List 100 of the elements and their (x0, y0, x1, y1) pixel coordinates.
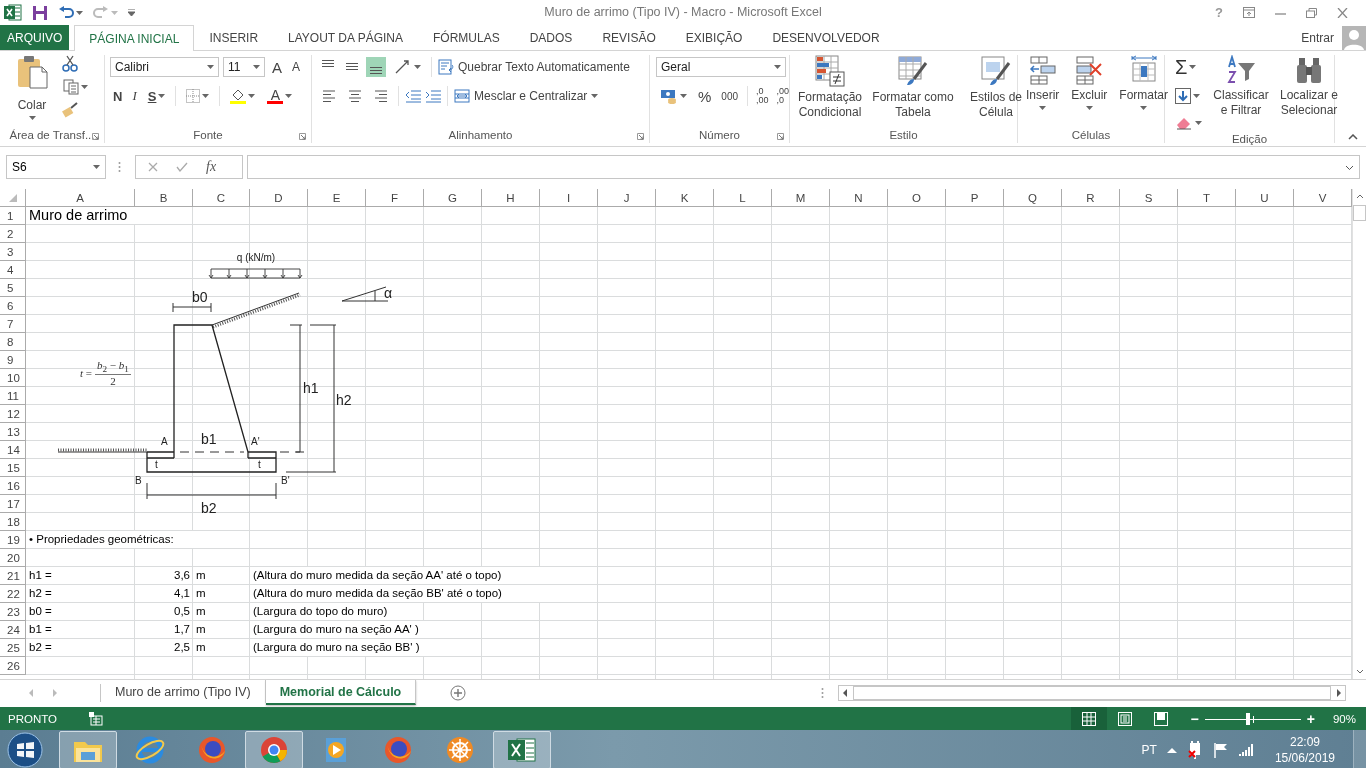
customize-toolbar-icon[interactable] (128, 9, 135, 16)
column-header[interactable]: Q (1004, 189, 1062, 207)
row-header[interactable]: 8 (0, 333, 26, 351)
file-menu-tab[interactable]: ARQUIVO (0, 25, 70, 50)
cancel-icon[interactable] (148, 162, 158, 172)
close-icon[interactable] (1337, 7, 1348, 18)
zoom-out-button[interactable]: − (1190, 710, 1199, 727)
column-header[interactable]: I (540, 189, 598, 207)
column-header[interactable]: C (193, 189, 250, 207)
dialog-launcher-icon[interactable] (299, 133, 306, 140)
column-header[interactable]: G (424, 189, 482, 207)
column-header[interactable]: N (830, 189, 888, 207)
ribbon-button[interactable]: Localizar e Selecionar (1276, 55, 1342, 118)
column-header[interactable]: T (1178, 189, 1236, 207)
decrease-indent-icon[interactable] (405, 89, 421, 103)
row-header[interactable]: 11 (0, 387, 26, 405)
ribbon-tab[interactable]: DADOS (514, 25, 588, 50)
undo-icon[interactable] (58, 5, 74, 20)
add-sheet-icon[interactable] (450, 685, 467, 701)
column-header[interactable]: R (1062, 189, 1120, 207)
font-size-dropdown[interactable]: 11 (223, 57, 265, 77)
zoom-in-button[interactable]: + (1306, 710, 1315, 727)
scissors-icon[interactable] (62, 55, 78, 72)
row-header[interactable]: 23 (0, 603, 26, 621)
formula-input[interactable] (247, 155, 1360, 179)
spreadsheet-app-icon[interactable] (4, 4, 22, 21)
row-header[interactable]: 24 (0, 621, 26, 639)
row-header[interactable]: 5 (0, 279, 26, 297)
ribbon-tab[interactable]: REVISÃO (587, 25, 671, 50)
row-header[interactable]: 19 (0, 531, 26, 549)
autosum-button[interactable]: Σ (1171, 55, 1206, 79)
ribbon-button[interactable]: Formatar (1117, 55, 1171, 110)
ribbon-button[interactable]: Formatação Condicional (796, 55, 864, 120)
ribbon-display-icon[interactable] (1243, 7, 1255, 18)
column-header[interactable]: F (366, 189, 424, 207)
row-header[interactable]: 21 (0, 567, 26, 585)
grow-font-button[interactable]: A (269, 58, 285, 76)
merge-center-button[interactable]: Mesclar e Centralizar (454, 88, 599, 104)
collapse-ribbon-icon[interactable] (1348, 134, 1358, 140)
paste-button[interactable]: Colar (14, 55, 50, 120)
zoom-slider-thumb[interactable] (1245, 712, 1250, 725)
column-header[interactable]: J (598, 189, 656, 207)
row-header[interactable]: 10 (0, 369, 26, 387)
increase-indent-icon[interactable] (425, 89, 441, 103)
percent-button[interactable]: % (695, 87, 715, 105)
row-header[interactable]: 22 (0, 585, 26, 603)
wrap-text-button[interactable]: Quebrar Texto Automaticamente (438, 59, 630, 75)
restore-icon[interactable] (1306, 7, 1317, 18)
ribbon-button[interactable]: Excluir (1069, 55, 1110, 110)
ribbon-tab[interactable]: EXIBIÇÃO (670, 25, 758, 50)
underline-button[interactable]: S (143, 85, 170, 107)
taskbar-app[interactable] (493, 731, 551, 768)
row-header[interactable]: 26 (0, 657, 26, 675)
sign-in-link[interactable]: Entrar (1301, 30, 1334, 45)
ribbon-button[interactable]: Classificar e Filtrar (1210, 55, 1272, 118)
bold-button[interactable]: N (110, 88, 126, 104)
thousands-separator-button[interactable]: 000 (718, 90, 742, 102)
row-header[interactable]: 15 (0, 459, 26, 477)
row-header[interactable]: 16 (0, 477, 26, 495)
view-button[interactable] (1070, 707, 1107, 730)
row-header[interactable]: 20 (0, 549, 26, 567)
name-box[interactable]: S6 (6, 155, 106, 179)
shrink-font-button[interactable]: A (289, 60, 304, 74)
column-header[interactable]: L (714, 189, 772, 207)
sheet-tab[interactable]: Memorial de Cálculo (265, 680, 417, 705)
macro-record-icon[interactable] (89, 711, 103, 726)
italic-button[interactable]: I (129, 88, 140, 104)
copy-button[interactable] (62, 78, 89, 96)
column-header[interactable]: K (656, 189, 714, 207)
signal-icon[interactable] (1238, 743, 1255, 757)
row-header[interactable]: 17 (0, 495, 26, 513)
column-header[interactable]: S (1120, 189, 1178, 207)
dialog-launcher-icon[interactable] (92, 133, 99, 140)
column-header[interactable]: M (772, 189, 830, 207)
row-header[interactable]: 9 (0, 351, 26, 369)
column-header[interactable]: H (482, 189, 540, 207)
ribbon-tab[interactable]: FÓRMULAS (418, 25, 515, 50)
flag-icon[interactable] (1212, 742, 1229, 758)
column-header[interactable]: D (250, 189, 308, 207)
increase-decimal-button[interactable]: ,0 ,00 (754, 87, 771, 105)
row-header[interactable]: 13 (0, 423, 26, 441)
row-header[interactable]: 12 (0, 405, 26, 423)
language-indicator[interactable]: PT (1141, 743, 1157, 757)
column-header[interactable]: P (946, 189, 1004, 207)
column-header[interactable]: B (135, 189, 193, 207)
dialog-launcher-icon[interactable] (777, 133, 784, 140)
row-header[interactable]: 2 (0, 225, 26, 243)
show-hidden-icons[interactable] (1166, 747, 1177, 753)
align-bottom-button[interactable] (366, 57, 386, 77)
column-header[interactable]: O (888, 189, 946, 207)
ribbon-tab[interactable]: DESENVOLVEDOR (757, 25, 895, 50)
font-color-button[interactable]: A (263, 85, 297, 107)
row-header[interactable]: 14 (0, 441, 26, 459)
ribbon-tab[interactable]: LAYOUT DA PÁGINA (273, 25, 418, 50)
font-name-dropdown[interactable]: Calibri (110, 57, 219, 77)
enter-icon[interactable] (176, 162, 188, 172)
row-header[interactable]: 18 (0, 513, 26, 531)
horizontal-scroll-thumb[interactable] (853, 686, 1331, 700)
column-header[interactable]: E (308, 189, 366, 207)
column-header[interactable]: A (26, 189, 135, 207)
